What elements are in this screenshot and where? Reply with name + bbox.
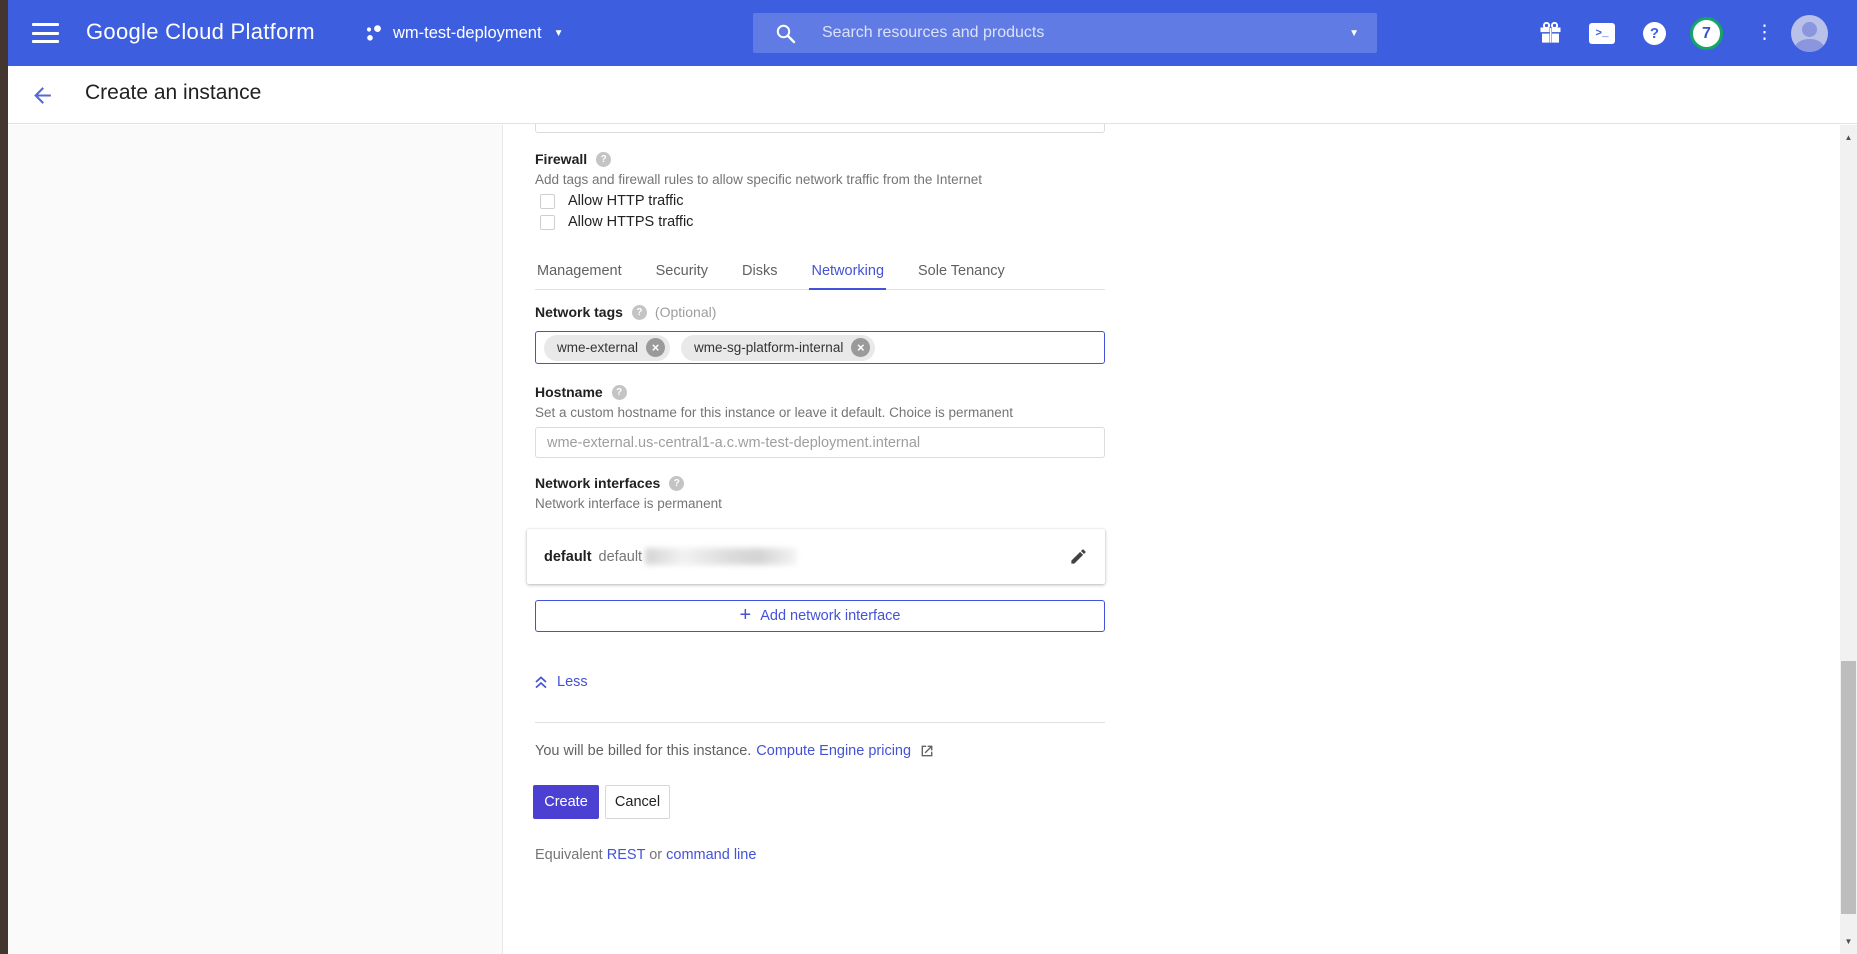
notification-count: 7 (1702, 25, 1711, 43)
tab-sole-tenancy[interactable]: Sole Tenancy (916, 257, 1007, 289)
search-dropdown-icon[interactable]: ▼ (1349, 28, 1359, 39)
tab-networking[interactable]: Networking (809, 257, 886, 289)
help-icon[interactable]: ? (1643, 22, 1666, 45)
screen: Google Cloud Platform wm-test-deployment… (0, 0, 1857, 954)
remove-tag-icon[interactable]: × (851, 338, 870, 357)
project-selector[interactable]: wm-test-deployment ▼ (364, 16, 563, 50)
brand-title: Google Cloud Platform (86, 19, 315, 45)
optional-hint: (Optional) (655, 304, 716, 320)
network-interface-row: default default (527, 529, 1105, 584)
checkbox-box[interactable] (540, 215, 555, 230)
back-arrow-icon[interactable] (30, 83, 55, 113)
equivalent-line: Equivalent REST or command line (535, 847, 756, 863)
firewall-help-icon[interactable]: ? (596, 152, 611, 167)
network-tags-help-icon[interactable]: ? (632, 305, 647, 320)
command-line-link[interactable]: command line (666, 847, 756, 863)
settings-tabs: Management Security Disks Networking Sol… (535, 257, 1105, 290)
external-link-icon (920, 744, 934, 758)
firewall-description: Add tags and firewall rules to allow spe… (535, 172, 982, 187)
vertical-scrollbar[interactable]: ▲ ▼ (1840, 125, 1857, 954)
plus-icon: + (740, 604, 752, 627)
chevron-down-icon: ▼ (554, 28, 564, 39)
tag-chip: wme-external × (544, 335, 670, 361)
page-header: Create an instance (0, 66, 1857, 124)
edit-interface-icon[interactable] (1069, 547, 1088, 566)
billing-note: You will be billed for this instance. Co… (535, 743, 934, 759)
network-tags-input[interactable]: wme-external × wme-sg-platform-internal … (535, 331, 1105, 364)
interface-network: default (599, 549, 643, 565)
left-panel (8, 125, 503, 954)
avatar[interactable] (1791, 15, 1828, 52)
hostname-description: Set a custom hostname for this instance … (535, 405, 1013, 420)
search-placeholder: Search resources and products (822, 24, 1044, 42)
add-network-interface-button[interactable]: + Add network interface (535, 600, 1105, 632)
hostname-help-icon[interactable]: ? (612, 385, 627, 400)
hostname-input[interactable]: wme-external.us-central1-a.c.wm-test-dep… (535, 427, 1105, 458)
tab-security[interactable]: Security (654, 257, 710, 289)
section-divider (535, 722, 1105, 723)
tab-disks[interactable]: Disks (740, 257, 779, 289)
scroll-down-icon[interactable]: ▼ (1840, 937, 1857, 946)
network-interfaces-label: Network interfaces ? (535, 475, 684, 491)
interface-name: default (544, 549, 592, 565)
gift-icon[interactable] (1539, 21, 1562, 49)
rest-link[interactable]: REST (607, 847, 645, 863)
checkbox-box[interactable] (540, 194, 555, 209)
remove-tag-icon[interactable]: × (646, 338, 665, 357)
notifications-badge[interactable]: 7 (1690, 17, 1723, 50)
topbar: Google Cloud Platform wm-test-deployment… (0, 0, 1857, 66)
redacted-subnet (645, 548, 797, 565)
page-title: Create an instance (85, 81, 261, 105)
allow-http-checkbox[interactable]: Allow HTTP traffic (540, 193, 684, 209)
network-interfaces-description: Network interface is permanent (535, 496, 722, 511)
hostname-placeholder: wme-external.us-central1-a.c.wm-test-dep… (547, 435, 920, 451)
avatar-head (1802, 22, 1817, 37)
avatar-body (1795, 39, 1824, 52)
create-button[interactable]: Create (533, 785, 599, 819)
search-bar[interactable]: Search resources and products ▼ (753, 13, 1377, 53)
window-edge (0, 0, 8, 954)
compute-engine-pricing-link[interactable]: Compute Engine pricing (756, 743, 911, 759)
cloud-shell-icon[interactable]: >_ (1589, 23, 1615, 44)
network-tags-label: Network tags ? (Optional) (535, 304, 716, 320)
less-link[interactable]: Less (534, 674, 588, 690)
project-icon (364, 24, 383, 43)
project-name: wm-test-deployment (393, 24, 542, 43)
hostname-label: Hostname ? (535, 384, 627, 400)
menu-icon[interactable] (32, 23, 59, 43)
main-content: Firewall ? Add tags and firewall rules t… (503, 125, 1840, 954)
cancel-button[interactable]: Cancel (605, 785, 670, 819)
tab-management[interactable]: Management (535, 257, 624, 289)
allow-https-checkbox[interactable]: Allow HTTPS traffic (540, 214, 693, 230)
network-interfaces-help-icon[interactable]: ? (669, 476, 684, 491)
scrollbar-thumb[interactable] (1841, 661, 1856, 914)
more-options-icon[interactable]: ⋮ (1755, 23, 1774, 43)
firewall-label: Firewall ? (535, 151, 611, 167)
collapse-icon (534, 675, 548, 690)
tag-chip: wme-sg-platform-internal × (681, 335, 875, 361)
scroll-up-icon[interactable]: ▲ (1840, 133, 1857, 142)
search-icon (775, 23, 796, 44)
